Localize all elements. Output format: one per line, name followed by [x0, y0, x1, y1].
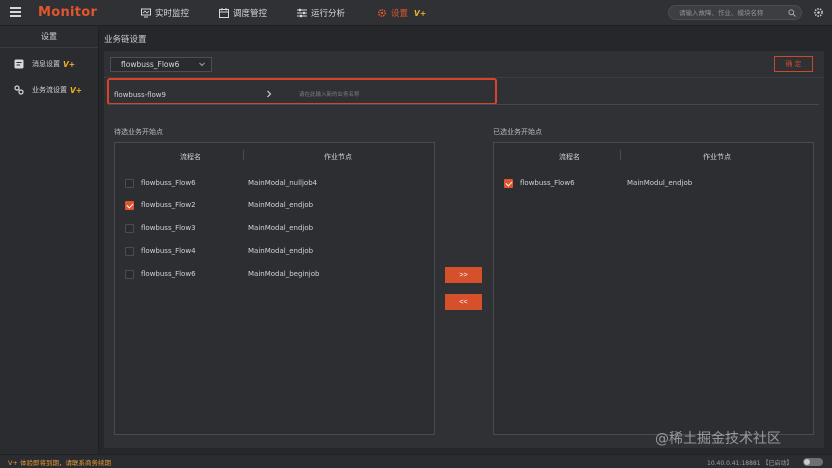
status-toggle[interactable] [803, 458, 823, 466]
table-row[interactable]: flowbuss_Flow2 MainModal_endjob [115, 196, 434, 218]
nav-label: 运行分析 [311, 9, 346, 19]
row-flow-name: flowbuss_Flow6 [141, 179, 196, 187]
column-separator [243, 150, 244, 160]
table-row[interactable]: flowbuss_Flow6 MainModal_nulljob4 [115, 174, 434, 196]
nav-label: 设置 [391, 9, 409, 19]
row-job-node: MainModul_endjob [627, 179, 693, 187]
message-icon [14, 59, 24, 69]
menu-icon[interactable] [10, 7, 21, 17]
status-expiry-notice: V+ 体验即将到期，请联系商务续期 [8, 459, 111, 467]
flow-select[interactable]: flowbuss_Flow6 [110, 57, 212, 72]
move-right-button[interactable]: >> [445, 267, 482, 283]
app-logo: Monitor [38, 5, 98, 20]
new-chain-name-input[interactable] [299, 88, 484, 101]
nav-realtime-monitor[interactable]: 实时监控 [141, 7, 189, 19]
vplus-badge: V+ [414, 8, 427, 18]
row-flow-name: flowbuss_Flow2 [141, 201, 196, 209]
vplus-badge: V+ [70, 85, 83, 95]
nav-label: 实时监控 [155, 9, 190, 19]
gear-icon [377, 8, 387, 18]
chevron-right-icon [267, 90, 272, 98]
column-header-flow: 流程名 [180, 153, 201, 161]
calendar-icon [219, 8, 229, 18]
sliders-icon [297, 8, 307, 18]
divider [109, 104, 819, 105]
search-icon[interactable] [788, 8, 796, 17]
row-checkbox[interactable] [125, 179, 134, 188]
page-title: 业务链设置 [104, 35, 147, 45]
row-flow-name: flowbuss_Flow6 [141, 270, 196, 278]
nav-settings[interactable]: 设置 V+ [377, 7, 426, 19]
link-icon [14, 85, 24, 95]
sidebar-item-business-flow-settings[interactable]: 业务流设置 V+ [0, 77, 98, 103]
table-row[interactable]: flowbuss_Flow6 MainModal_beginjob [115, 265, 434, 287]
list-header: 流程名 作业节点 [494, 143, 813, 168]
flow-select-value: flowbuss_Flow6 [121, 60, 180, 69]
row-checkbox[interactable] [125, 270, 134, 279]
nav-label: 调度管控 [233, 9, 268, 19]
top-bar: Monitor 实时监控 调度管控 运行分析 设置 V+ [0, 0, 832, 26]
move-left-button[interactable]: << [445, 294, 482, 310]
row-checkbox[interactable] [125, 247, 134, 256]
table-row[interactable]: flowbuss_Flow3 MainModal_endjob [115, 219, 434, 241]
sidebar-title: 设置 [0, 26, 98, 48]
row-flow-name: flowbuss_Flow4 [141, 247, 196, 255]
right-list-label: 已选业务开始点 [493, 128, 542, 136]
nav-run-analysis[interactable]: 运行分析 [297, 7, 345, 19]
selected-start-points-list: 流程名 作业节点 flowbuss_Flow6 MainModul_endjob [493, 142, 814, 435]
sidebar-item-label: 业务流设置 [32, 86, 67, 94]
sidebar-item-message-settings[interactable]: 消息设置 V+ [0, 51, 98, 77]
list-header: 流程名 作业节点 [115, 143, 434, 168]
chain-name[interactable]: flowbuss-flow9 [114, 91, 166, 99]
vplus-badge: V+ [63, 59, 76, 69]
settings-gear-icon[interactable] [813, 7, 824, 18]
row-flow-name: flowbuss_Flow3 [141, 224, 196, 232]
confirm-button[interactable]: 确 定 [774, 56, 813, 72]
chevron-down-icon [199, 62, 205, 67]
sidebar: 设置 消息设置 V+ 业务流设置 V+ [0, 26, 99, 454]
status-server: 10.40.0.41:18881 【已启动】 [707, 460, 793, 467]
row-job-node: MainModal_endjob [248, 201, 314, 209]
row-job-node: MainModal_endjob [248, 224, 314, 232]
column-header-flow: 流程名 [559, 153, 580, 161]
table-row[interactable]: flowbuss_Flow4 MainModal_endjob [115, 242, 434, 264]
table-row[interactable]: flowbuss_Flow6 MainModul_endjob [494, 174, 813, 196]
row-flow-name: flowbuss_Flow6 [520, 179, 575, 187]
search-input[interactable] [679, 8, 784, 17]
status-bar: V+ 体验即将到期，请联系商务续期 10.40.0.41:18881 【已启动】 [0, 454, 832, 468]
column-header-node: 作业节点 [703, 153, 731, 161]
available-start-points-list: 流程名 作业节点 flowbuss_Flow6 MainModal_nulljo… [114, 142, 435, 435]
row-checkbox[interactable] [125, 201, 134, 210]
search-box[interactable] [668, 5, 802, 20]
watermark: @稀土掘金技术社区 [655, 431, 781, 447]
left-list-label: 待选业务开始点 [114, 128, 163, 136]
column-header-node: 作业节点 [324, 153, 352, 161]
settings-panel: flowbuss_Flow6 确 定 flowbuss-flow9 待选业务开始… [104, 51, 824, 448]
row-checkbox[interactable] [125, 224, 134, 233]
row-job-node: MainModal_beginjob [248, 270, 320, 278]
row-job-node: MainModal_nulljob4 [248, 179, 318, 187]
row-checkbox[interactable] [504, 179, 513, 188]
column-separator [620, 150, 621, 160]
monitor-icon [141, 8, 151, 18]
sidebar-item-label: 消息设置 [32, 60, 60, 68]
nav-schedule-control[interactable]: 调度管控 [219, 7, 267, 19]
row-job-node: MainModal_endjob [248, 247, 314, 255]
